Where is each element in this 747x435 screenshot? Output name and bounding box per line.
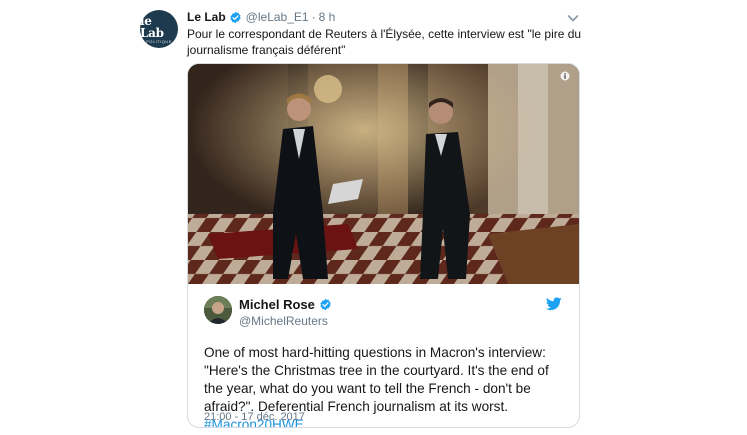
separator-dot: · [311, 10, 316, 24]
quoted-tweet[interactable]: Michel Rose @MichelReuters One of most h… [188, 284, 579, 427]
quoted-tweet-body: One of most hard-hitting questions in Ma… [204, 345, 549, 414]
tweet-text: Pour le correspondant de Reuters à l'Ély… [187, 27, 582, 57]
verified-badge-icon [320, 298, 331, 311]
tweet-timestamp[interactable]: 8 h [319, 10, 336, 24]
avatar[interactable]: le Lab POLITIQUE [140, 10, 178, 48]
author-handle[interactable]: @leLab_E1 [246, 10, 309, 24]
tweet: le Lab POLITIQUE Le Lab @leLab_E1 · 8 h … [130, 0, 590, 435]
avatar-logo-subtext: POLITIQUE [146, 38, 172, 44]
quoted-author-avatar[interactable] [204, 296, 232, 324]
verified-badge-icon [230, 11, 241, 23]
tweet-header: Le Lab @leLab_E1 · 8 h [187, 9, 335, 25]
quoted-author-name-text: Michel Rose [239, 297, 315, 312]
quoted-tweet-date[interactable]: 21:00 - 17 déc. 2017 [204, 411, 305, 423]
quoted-tweet-card[interactable]: Michel Rose @MichelReuters One of most h… [187, 63, 580, 428]
tweet-photo[interactable] [188, 64, 579, 284]
twitter-bird-icon[interactable] [546, 297, 562, 311]
quoted-author-name[interactable]: Michel Rose [239, 297, 336, 312]
author-name[interactable]: Le Lab [187, 10, 226, 24]
chevron-down-icon[interactable] [566, 11, 580, 25]
quoted-author-handle[interactable]: @MichelReuters [239, 314, 328, 328]
avatar-logo-text: le Lab [140, 13, 164, 40]
info-icon[interactable] [560, 71, 570, 81]
